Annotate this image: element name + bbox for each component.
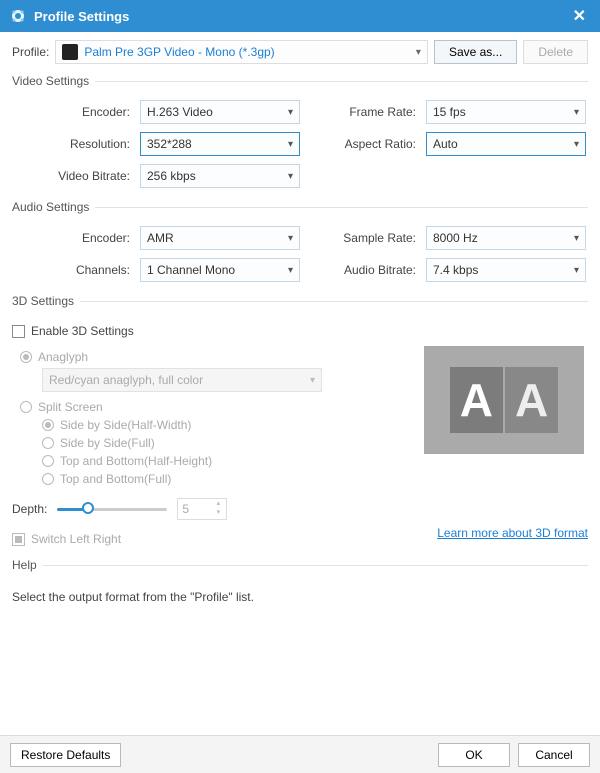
enable-3d-checkbox[interactable]: [12, 325, 25, 338]
audio-bitrate-label: Audio Bitrate:: [308, 263, 418, 277]
resolution-dropdown[interactable]: 352*288▾: [140, 132, 300, 156]
help-text: Select the output format from the "Profi…: [12, 590, 588, 604]
aspect-ratio-label: Aspect Ratio:: [308, 137, 418, 151]
chevron-down-icon: ▾: [310, 375, 315, 386]
help-group: Help Select the output format from the "…: [12, 558, 588, 608]
chevron-down-icon: ▾: [288, 107, 293, 118]
chevron-down-icon: ▾: [212, 509, 224, 518]
video-bitrate-dropdown[interactable]: 256 kbps▾: [140, 164, 300, 188]
resolution-label: Resolution:: [12, 137, 132, 151]
profile-dropdown[interactable]: Palm Pre 3GP Video - Mono (*.3gp) ▾: [55, 40, 428, 64]
sample-rate-label: Sample Rate:: [308, 231, 418, 245]
chevron-down-icon: ▾: [288, 265, 293, 276]
video-encoder-label: Encoder:: [12, 105, 132, 119]
chevron-down-icon: ▾: [288, 139, 293, 150]
split-screen-radio: [20, 401, 32, 413]
aspect-ratio-dropdown[interactable]: Auto▾: [426, 132, 586, 156]
frame-rate-label: Frame Rate:: [308, 105, 418, 119]
audio-encoder-label: Encoder:: [12, 231, 132, 245]
depth-label: Depth:: [12, 502, 47, 516]
chevron-down-icon: ▾: [574, 265, 579, 276]
frame-rate-dropdown[interactable]: 15 fps▾: [426, 100, 586, 124]
3d-preview: A A: [424, 346, 584, 454]
chevron-down-icon: ▾: [288, 233, 293, 244]
profile-settings-dialog: Profile Settings ✕ Profile: Palm Pre 3GP…: [0, 0, 600, 773]
save-as-button[interactable]: Save as...: [434, 40, 517, 64]
sbs-full-radio: [42, 437, 54, 449]
tb-half-radio: [42, 455, 54, 467]
3d-settings-group: 3D Settings Enable 3D Settings Anaglyph …: [12, 294, 588, 550]
sample-rate-dropdown[interactable]: 8000 Hz▾: [426, 226, 586, 250]
sbs-half-label: Side by Side(Half-Width): [60, 418, 191, 432]
channels-dropdown[interactable]: 1 Channel Mono▾: [140, 258, 300, 282]
switch-left-right-label: Switch Left Right: [31, 532, 121, 546]
profile-label: Profile:: [12, 45, 49, 59]
preview-left-glyph: A: [450, 367, 503, 433]
chevron-down-icon: ▾: [288, 171, 293, 182]
delete-button: Delete: [523, 40, 588, 64]
video-bitrate-label: Video Bitrate:: [12, 169, 132, 183]
tb-full-label: Top and Bottom(Full): [60, 472, 171, 486]
audio-encoder-dropdown[interactable]: AMR▾: [140, 226, 300, 250]
chevron-up-icon: ▴: [212, 500, 224, 509]
video-settings-group: Video Settings Encoder: H.263 Video▾ Fra…: [12, 74, 588, 192]
help-legend: Help: [12, 558, 43, 572]
learn-more-3d-link[interactable]: Learn more about 3D format: [437, 526, 588, 540]
3d-settings-legend: 3D Settings: [12, 294, 80, 308]
depth-slider[interactable]: [57, 500, 167, 518]
chevron-down-icon: ▾: [574, 233, 579, 244]
switch-left-right-checkbox: [12, 533, 25, 546]
restore-defaults-button[interactable]: Restore Defaults: [10, 743, 121, 767]
cancel-button[interactable]: Cancel: [518, 743, 590, 767]
split-screen-label: Split Screen: [38, 400, 103, 414]
ok-button[interactable]: OK: [438, 743, 510, 767]
video-settings-legend: Video Settings: [12, 74, 95, 88]
chevron-down-icon: ▾: [574, 107, 579, 118]
enable-3d-label: Enable 3D Settings: [31, 324, 134, 338]
chevron-down-icon: ▾: [574, 139, 579, 150]
tb-full-radio: [42, 473, 54, 485]
audio-settings-group: Audio Settings Encoder: AMR▾ Sample Rate…: [12, 200, 588, 286]
channels-label: Channels:: [12, 263, 132, 277]
preview-right-glyph: A: [505, 367, 558, 433]
profile-format-icon: [62, 44, 78, 60]
content-area: Profile: Palm Pre 3GP Video - Mono (*.3g…: [0, 32, 600, 735]
anaglyph-label: Anaglyph: [38, 350, 88, 364]
dialog-footer: Restore Defaults OK Cancel: [0, 735, 600, 773]
app-logo-icon: [10, 8, 26, 24]
chevron-down-icon: ▾: [416, 47, 421, 58]
sbs-full-label: Side by Side(Full): [60, 436, 155, 450]
tb-half-label: Top and Bottom(Half-Height): [60, 454, 212, 468]
sbs-half-radio: [42, 419, 54, 431]
anaglyph-mode-dropdown: Red/cyan anaglyph, full color ▾: [42, 368, 322, 392]
titlebar: Profile Settings ✕: [0, 0, 600, 32]
audio-bitrate-dropdown[interactable]: 7.4 kbps▾: [426, 258, 586, 282]
video-encoder-dropdown[interactable]: H.263 Video▾: [140, 100, 300, 124]
audio-settings-legend: Audio Settings: [12, 200, 95, 214]
anaglyph-radio: [20, 351, 32, 363]
window-title: Profile Settings: [34, 9, 129, 24]
close-icon[interactable]: ✕: [569, 6, 590, 26]
depth-spinner: 5 ▴▾: [177, 498, 227, 520]
profile-value: Palm Pre 3GP Video - Mono (*.3gp): [84, 45, 274, 59]
